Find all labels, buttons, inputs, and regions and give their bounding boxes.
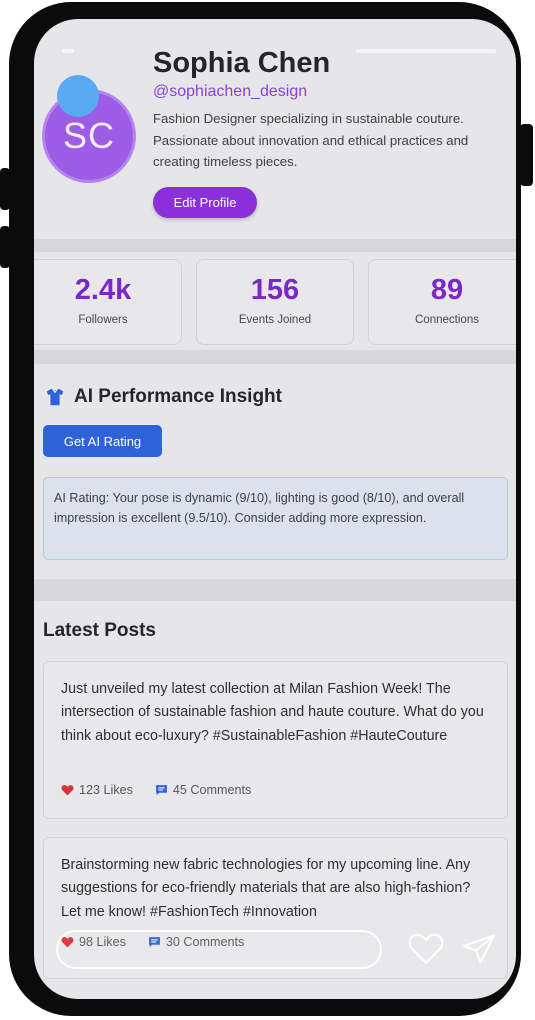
stat-value: 156 [250, 274, 300, 306]
send-icon[interactable] [461, 932, 497, 966]
section-divider [34, 350, 516, 364]
get-ai-rating-button[interactable]: Get AI Rating [43, 425, 162, 457]
profile-bio: Fashion Designer specializing in sustain… [153, 111, 469, 169]
post-meta: 123 Likes 45 Comments [61, 783, 273, 797]
volume-up-button [0, 168, 10, 210]
shirt-icon [46, 388, 64, 406]
section-divider [34, 579, 516, 601]
stat-label: Followers [78, 314, 128, 326]
stat-connections[interactable]: 89 Connections [368, 259, 516, 345]
like-count[interactable]: 123 Likes [61, 783, 133, 797]
comment-label: 45 Comments [172, 783, 252, 797]
ai-title-text: AI Performance Insight [74, 386, 282, 407]
section-divider [34, 239, 516, 252]
profile-name: Sophia Chen [153, 47, 331, 79]
reply-input[interactable] [56, 930, 382, 969]
online-status-dot [57, 75, 99, 117]
phone-frame: SC Sophia Chen @sophiachen_design Fashio… [9, 2, 521, 1016]
edit-profile-button[interactable]: Edit Profile [153, 187, 257, 218]
power-button [520, 124, 533, 186]
post-text: Brainstorming new fabric technologies fo… [61, 857, 471, 920]
avatar-initials: SC [62, 115, 115, 156]
stat-events-joined[interactable]: 156 Events Joined [196, 259, 354, 345]
heart-outline-icon[interactable] [407, 931, 445, 965]
profile-header: SC Sophia Chen @sophiachen_design Fashio… [34, 19, 516, 239]
comment-icon [156, 785, 167, 795]
post-text: Just unveiled my latest collection at Mi… [61, 681, 484, 744]
ai-section-title: AI Performance Insight [44, 386, 282, 408]
ai-rating-result: AI Rating: Your pose is dynamic (9/10), … [43, 477, 508, 560]
stat-label: Connections [415, 314, 479, 326]
app-screen: SC Sophia Chen @sophiachen_design Fashio… [34, 19, 516, 999]
post-card[interactable]: Just unveiled my latest collection at Mi… [43, 661, 508, 819]
like-label: 123 Likes [79, 783, 133, 797]
volume-down-button [0, 226, 10, 268]
profile-handle[interactable]: @sophiachen_design [153, 83, 307, 101]
stat-value: 2.4k [74, 274, 132, 306]
stat-label: Events Joined [238, 314, 312, 326]
latest-posts-title: Latest Posts [43, 620, 156, 641]
stat-value: 89 [430, 274, 464, 306]
comment-count[interactable]: 45 Comments [155, 783, 251, 797]
stat-followers[interactable]: 2.4k Followers [34, 259, 182, 345]
heart-icon [61, 785, 74, 796]
